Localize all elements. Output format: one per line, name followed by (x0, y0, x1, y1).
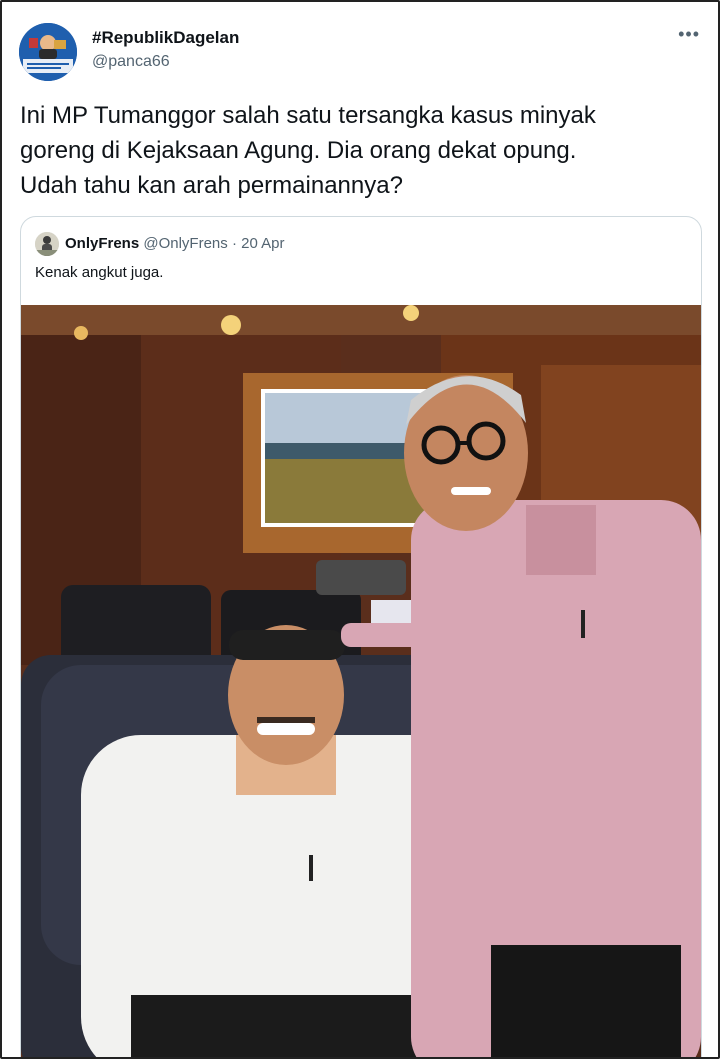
quoted-display-name[interactable]: OnlyFrens (65, 235, 139, 252)
author-handle[interactable]: @panca66 (92, 53, 170, 71)
profile-avatar[interactable] (19, 23, 77, 81)
tweet-text: Ini MP Tumanggor salah satu tersangka ka… (20, 102, 596, 199)
tweet-card: #RepublikDagelan @panca66 ••• Ini MP Tum… (0, 0, 720, 1059)
quoted-avatar-icon[interactable] (35, 232, 59, 256)
more-options-icon[interactable]: ••• (678, 24, 700, 45)
quoted-header: OnlyFrens @OnlyFrens · 20 Apr (65, 235, 285, 252)
quoted-handle[interactable]: @OnlyFrens (143, 235, 227, 252)
quoted-photo[interactable] (21, 305, 701, 1059)
author-display-name[interactable]: #RepublikDagelan (92, 28, 239, 48)
profile-avatar-icon (19, 23, 77, 81)
quoted-tweet[interactable]: OnlyFrens @OnlyFrens · 20 Apr Kenak angk… (20, 216, 702, 1059)
quoted-separator: · (231, 235, 237, 252)
quoted-text: Kenak angkut juga. (35, 264, 164, 281)
quoted-date[interactable]: 20 Apr (241, 235, 284, 252)
